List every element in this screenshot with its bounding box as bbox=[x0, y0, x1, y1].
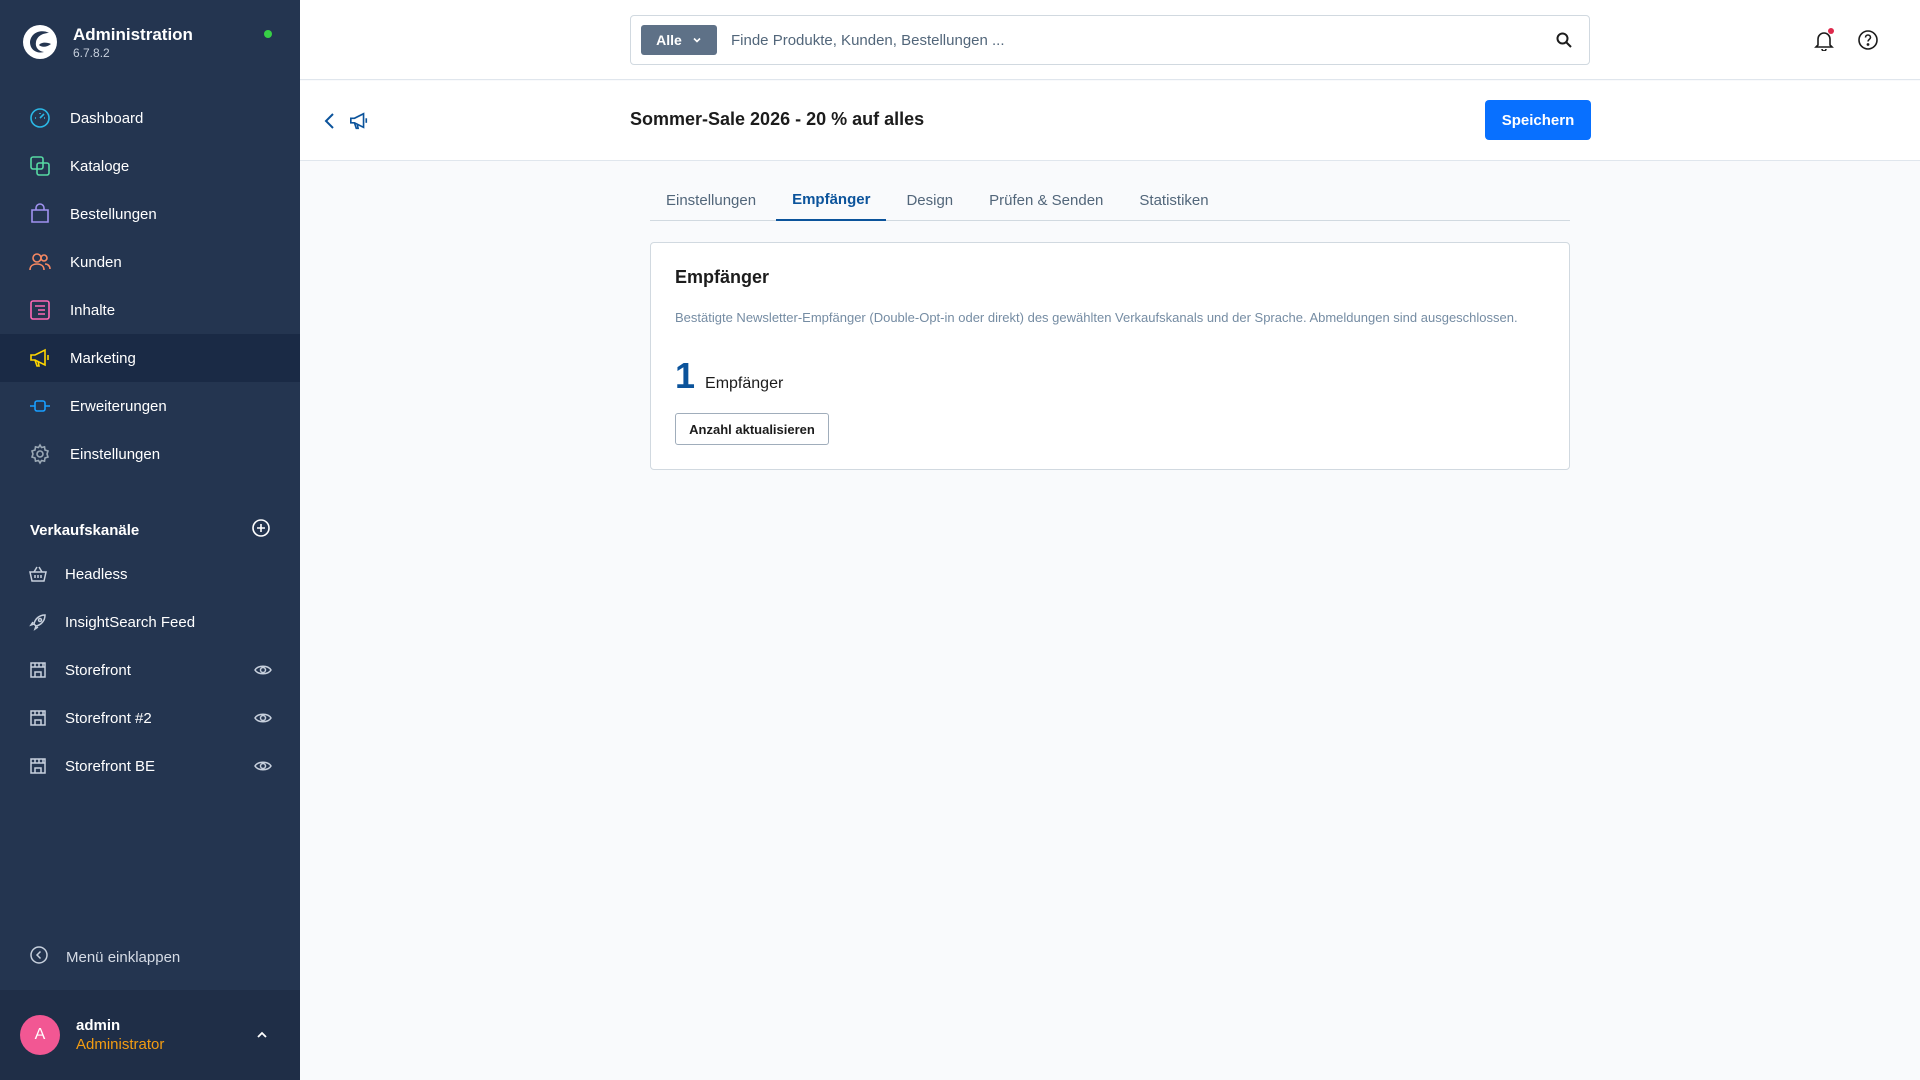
eye-icon[interactable] bbox=[254, 709, 272, 727]
nav-item-bestellungen[interactable]: Bestellungen bbox=[0, 190, 300, 238]
storefront-icon bbox=[29, 709, 47, 727]
tab-bar: Einstellungen Empfänger Design Prüfen & … bbox=[650, 180, 1570, 221]
tab-statistiken[interactable]: Statistiken bbox=[1123, 180, 1224, 220]
notifications-button[interactable] bbox=[1812, 28, 1836, 52]
global-search: Alle bbox=[630, 15, 1590, 65]
help-icon bbox=[1858, 30, 1878, 50]
content-icon bbox=[29, 299, 51, 321]
brand-title: Administration bbox=[73, 25, 193, 44]
nav-item-dashboard[interactable]: Dashboard bbox=[0, 94, 300, 142]
storefront-icon bbox=[29, 757, 47, 775]
sales-channel-label: Headless bbox=[65, 565, 128, 583]
sales-channel-headless[interactable]: Headless bbox=[0, 550, 300, 598]
nav-item-erweiterungen[interactable]: Erweiterungen bbox=[0, 382, 300, 430]
nav-label: Erweiterungen bbox=[70, 397, 167, 415]
eye-icon[interactable] bbox=[254, 757, 272, 775]
tab-einstellungen[interactable]: Einstellungen bbox=[650, 180, 772, 220]
status-indicator bbox=[264, 30, 272, 38]
chevron-left-icon bbox=[324, 113, 334, 129]
nav-item-einstellungen[interactable]: Einstellungen bbox=[0, 430, 300, 478]
gauge-icon bbox=[29, 107, 51, 129]
nav-label: Inhalte bbox=[70, 301, 116, 319]
user-menu[interactable]: A admin Administrator bbox=[0, 990, 300, 1080]
products-icon bbox=[29, 155, 51, 177]
nav-label: Kataloge bbox=[70, 157, 130, 175]
save-button[interactable]: Speichern bbox=[1485, 100, 1591, 140]
sales-channels-header: Verkaufskanäle bbox=[30, 518, 270, 542]
smart-bar: Sommer-Sale 2026 - 20 % auf alles Speich… bbox=[300, 81, 1920, 161]
rocket-icon bbox=[29, 613, 47, 631]
sales-channel-list: Headless InsightSearch Feed Storefront S… bbox=[0, 550, 300, 790]
users-icon bbox=[29, 251, 51, 273]
sales-channels-title: Verkaufskanäle bbox=[30, 521, 140, 539]
sales-channel-storefront-2[interactable]: Storefront #2 bbox=[0, 694, 300, 742]
sales-channel-label: Storefront BE bbox=[65, 757, 156, 775]
avatar: A bbox=[20, 1015, 60, 1055]
tab-design[interactable]: Design bbox=[890, 180, 969, 220]
collapse-menu-button[interactable]: Menü einklappen bbox=[30, 946, 180, 969]
eye-icon[interactable] bbox=[254, 661, 272, 679]
brand-version: 6.7.8.2 bbox=[73, 46, 110, 60]
nav-label: Dashboard bbox=[70, 109, 144, 127]
recipient-count-number: 1 bbox=[675, 355, 696, 396]
nav-label: Einstellungen bbox=[70, 445, 161, 463]
storefront-icon bbox=[29, 661, 47, 679]
sales-channel-storefront-be[interactable]: Storefront BE bbox=[0, 742, 300, 790]
gear-icon bbox=[29, 443, 51, 465]
collapse-menu-label: Menü einklappen bbox=[66, 949, 181, 966]
tab-empfaenger[interactable]: Empfänger bbox=[776, 180, 887, 221]
page-title: Sommer-Sale 2026 - 20 % auf alles bbox=[630, 109, 925, 129]
main-navigation: Dashboard Kataloge Bestellungen Kunden I… bbox=[0, 94, 300, 478]
search-input[interactable] bbox=[731, 20, 1539, 60]
sidebar: Administration 6.7.8.2 Dashboard Katalog… bbox=[0, 0, 300, 1080]
shopping-bag-icon bbox=[29, 203, 51, 225]
shopware-logo-icon bbox=[23, 25, 57, 59]
sales-channel-label: Storefront #2 bbox=[65, 709, 152, 727]
brand: Administration 6.7.8.2 bbox=[22, 24, 193, 60]
nav-item-marketing[interactable]: Marketing bbox=[0, 334, 300, 382]
refresh-count-button[interactable]: Anzahl aktualisieren bbox=[675, 413, 829, 445]
card-description: Bestätigte Newsletter-Empfänger (Double-… bbox=[675, 310, 1518, 325]
recipient-count-label: Empfänger bbox=[705, 375, 784, 392]
top-bar: Alle bbox=[300, 0, 1920, 80]
basket-icon bbox=[29, 565, 47, 583]
card-title: Empfänger bbox=[675, 267, 770, 287]
nav-item-kataloge[interactable]: Kataloge bbox=[0, 142, 300, 190]
megaphone-icon bbox=[29, 347, 51, 369]
search-type-label: Alle bbox=[656, 32, 682, 48]
search-button[interactable] bbox=[1539, 16, 1589, 64]
nav-item-kunden[interactable]: Kunden bbox=[0, 238, 300, 286]
nav-label: Kunden bbox=[70, 253, 122, 271]
search-icon bbox=[1556, 32, 1572, 48]
chevron-up-icon[interactable] bbox=[254, 1027, 270, 1043]
chevron-left-circle-icon bbox=[30, 946, 48, 969]
search-type-dropdown[interactable]: Alle bbox=[641, 25, 717, 55]
tab-pruefen-senden[interactable]: Prüfen & Senden bbox=[973, 180, 1119, 220]
plug-icon bbox=[29, 395, 51, 417]
sales-channel-storefront[interactable]: Storefront bbox=[0, 646, 300, 694]
help-button[interactable] bbox=[1856, 28, 1880, 52]
chevron-down-icon bbox=[693, 37, 701, 43]
sales-channel-label: Storefront bbox=[65, 661, 131, 679]
sales-channel-label: InsightSearch Feed bbox=[65, 613, 196, 631]
megaphone-icon bbox=[348, 110, 370, 132]
notification-badge bbox=[1828, 28, 1834, 34]
recipient-count: 1 Empfänger bbox=[675, 355, 783, 397]
add-sales-channel-icon[interactable] bbox=[252, 518, 270, 542]
nav-label: Bestellungen bbox=[70, 205, 157, 223]
nav-label: Marketing bbox=[70, 349, 136, 367]
user-role: Administrator bbox=[76, 1036, 165, 1053]
back-button[interactable] bbox=[320, 110, 340, 132]
sales-channel-insightsearch[interactable]: InsightSearch Feed bbox=[0, 598, 300, 646]
recipients-card: Empfänger Bestätigte Newsletter-Empfänge… bbox=[650, 242, 1570, 470]
user-name: admin bbox=[76, 1017, 121, 1034]
nav-item-inhalte[interactable]: Inhalte bbox=[0, 286, 300, 334]
